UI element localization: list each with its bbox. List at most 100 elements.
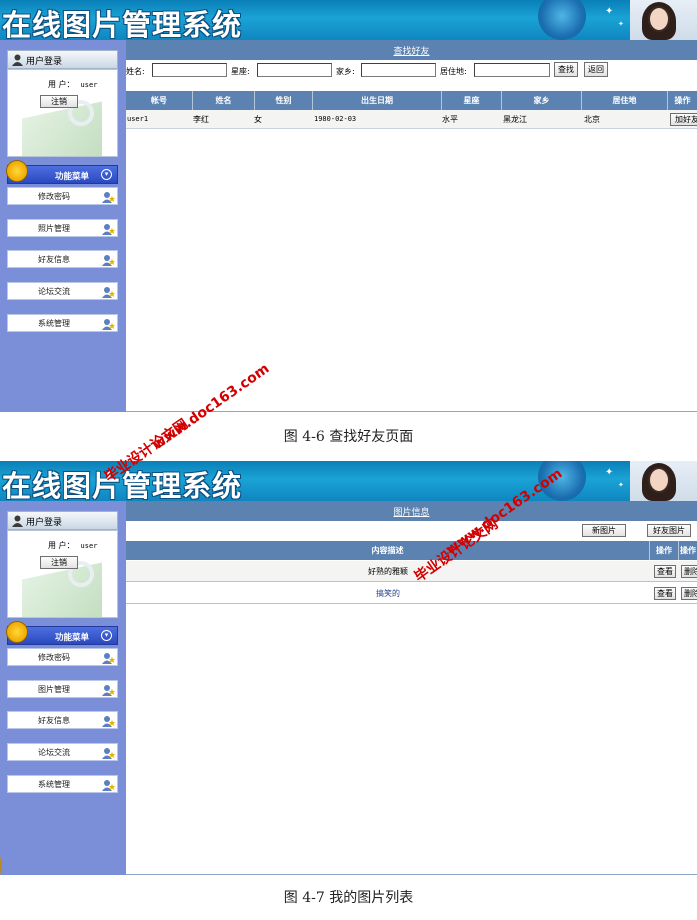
username: user: [80, 81, 98, 89]
find-button[interactable]: 查找: [554, 62, 578, 77]
sparkle-icon: ✦: [605, 467, 614, 478]
menu-item-change-password[interactable]: 修改密码: [7, 187, 118, 205]
menu-item-system-management[interactable]: 系统管理: [7, 314, 118, 332]
column-header: 操作: [680, 546, 696, 555]
menu-item-label: 论坛交流: [38, 748, 70, 757]
cell-description[interactable]: 搞笑的: [126, 583, 650, 604]
sparkle-icon: ✦: [605, 6, 614, 17]
star-input[interactable]: [257, 63, 332, 77]
menu-item-system-management[interactable]: 系统管理: [7, 775, 118, 793]
menu-item-label: 系统管理: [38, 780, 70, 789]
user-login-title: 用户登录: [26, 518, 63, 528]
logout-button[interactable]: 注销: [40, 556, 78, 569]
column-header: 内容描述: [126, 541, 650, 560]
user-star-icon: [102, 224, 115, 235]
user-star-icon: [102, 255, 115, 266]
banner: 在线图片管理系统 ✦ ✦: [0, 0, 697, 40]
user-star-icon: [102, 716, 115, 727]
column-header: 居住地: [582, 91, 668, 110]
main-content: 查找好友 姓名: 星座: 家乡: 居住地: 查找 返回 帐号 姓名 性别 出生日…: [126, 40, 697, 412]
page-title[interactable]: 图片信息: [126, 505, 697, 518]
page-title-bar: 查找好友: [126, 40, 697, 60]
cell-residence: 北京: [584, 115, 600, 124]
user-info: 用 户： user: [48, 540, 97, 551]
user-info: 用 户： user: [48, 79, 97, 90]
delete-button[interactable]: 删除: [681, 587, 697, 600]
banner-portrait: [630, 461, 697, 501]
cell-gender: 女: [254, 115, 262, 124]
view-button[interactable]: 查看: [654, 565, 676, 578]
friend-pictures-button[interactable]: 好友图片: [647, 524, 691, 537]
table-row: user1 李红 女 1980-02-03 水平 黑龙江 北京 加好友: [126, 110, 697, 129]
menu-item-picture-management[interactable]: 图片管理: [7, 680, 118, 698]
cell-description: 好熟的雅颖: [368, 567, 408, 576]
menu-item-photo-management[interactable]: 照片管理: [7, 219, 118, 237]
residence-label: 居住地:: [440, 67, 467, 76]
search-form: 姓名: 星座: 家乡: 居住地: 查找 返回: [126, 62, 697, 80]
hometown-input[interactable]: [361, 63, 436, 77]
figure-caption-1: 图 4-6 查找好友页面: [283, 429, 414, 445]
user-icon: [12, 515, 23, 527]
residence-input[interactable]: [474, 63, 550, 77]
lamp-icon: [6, 621, 28, 643]
menu-item-label: 照片管理: [38, 224, 70, 233]
function-menu-header[interactable]: 功能菜单 ▾: [6, 621, 118, 645]
menu-item-change-password[interactable]: 修改密码: [7, 648, 118, 666]
new-picture-button[interactable]: 新图片: [582, 524, 626, 537]
menu-item-label: 系统管理: [38, 319, 70, 328]
name-label: 姓名:: [126, 67, 145, 76]
main-content: 图片信息 新图片 好友图片 内容描述 操作 操作 好熟的雅颖 查看 删除 搞笑的…: [126, 501, 697, 875]
user-star-icon: [102, 287, 115, 298]
user-star-icon: [102, 192, 115, 203]
user-label: 用 户：: [48, 541, 75, 550]
figure-caption-2: 图 4-7 我的图片列表: [283, 890, 414, 906]
name-input[interactable]: [152, 63, 227, 77]
menu-item-label: 好友信息: [38, 716, 70, 725]
logout-button[interactable]: 注销: [40, 95, 78, 108]
user-login-header: 用户登录: [7, 511, 118, 530]
menu-item-label: 修改密码: [38, 192, 70, 201]
username: user: [80, 542, 98, 550]
column-header: 出生日期: [313, 91, 442, 110]
function-menu-header[interactable]: 功能菜单 ▾: [6, 160, 118, 184]
cell-name: 李红: [193, 115, 209, 124]
column-header: 姓名: [193, 91, 255, 110]
user-star-icon: [102, 653, 115, 664]
screenshot-find-friend: 在线图片管理系统 ✦ ✦ 用户登录 用 户： user 注销 功能菜单 ▾ 修改…: [0, 0, 697, 412]
column-header: 性别: [255, 91, 313, 110]
user-login-title: 用户登录: [26, 57, 63, 67]
table-header: 帐号 姓名 性别 出生日期 星座 家乡 居住地 操作: [126, 91, 697, 110]
sidebar: 用户登录 用 户： user 注销 功能菜单 ▾ 修改密码 图片管理 好友信息: [0, 501, 126, 875]
menu-item-label: 论坛交流: [38, 287, 70, 296]
menu-item-label: 修改密码: [38, 653, 70, 662]
sparkle-icon: ✦: [618, 481, 624, 489]
menu-item-forum[interactable]: 论坛交流: [7, 743, 118, 761]
page-title[interactable]: 查找好友: [126, 44, 697, 57]
column-header: 星座: [442, 91, 502, 110]
user-login-header: 用户登录: [7, 50, 118, 69]
menu-item-forum[interactable]: 论坛交流: [7, 282, 118, 300]
menu-item-friend-info[interactable]: 好友信息: [7, 711, 118, 729]
star-label: 星座:: [231, 67, 250, 76]
cell-birthday: 1980-02-03: [314, 115, 357, 123]
add-friend-button[interactable]: 加好友: [670, 113, 697, 126]
menu-item-friend-info[interactable]: 好友信息: [7, 250, 118, 268]
view-button[interactable]: 查看: [654, 587, 676, 600]
menu-item-label: 图片管理: [38, 685, 70, 694]
column-header: 操作: [650, 541, 679, 560]
sidebar: 用户登录 用 户： user 注销 功能菜单 ▾ 修改密码 照片管理 好友信息: [0, 40, 126, 412]
user-star-icon: [102, 685, 115, 696]
column-header: 操作: [674, 96, 691, 105]
column-header: 帐号: [126, 91, 193, 110]
chevron-down-icon[interactable]: ▾: [101, 169, 112, 180]
back-button[interactable]: 返回: [584, 62, 608, 77]
page-title-bar: 图片信息: [126, 501, 697, 521]
chevron-down-icon[interactable]: ▾: [101, 630, 112, 641]
cell-hometown: 黑龙江: [503, 115, 527, 124]
lamp-icon: [6, 160, 28, 182]
table-header: 内容描述 操作 操作: [126, 541, 697, 560]
user-panel: 用 户： user 注销: [7, 69, 118, 157]
divider: [126, 874, 697, 875]
banner-sun-graphic: [538, 0, 586, 40]
delete-button[interactable]: 删除: [681, 565, 697, 578]
